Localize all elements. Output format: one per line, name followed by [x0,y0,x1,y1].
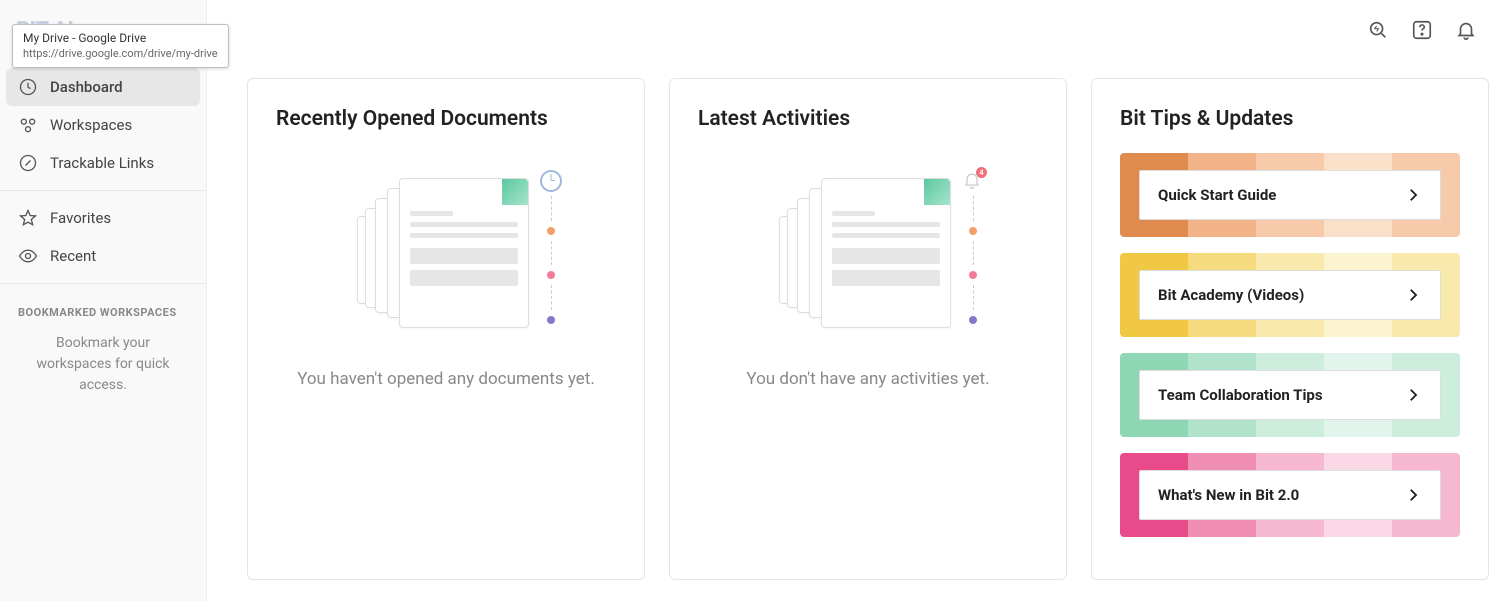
tip-label: Quick Start Guide [1158,186,1276,204]
chevron-right-icon [1404,186,1422,204]
divider [0,283,206,284]
topbar [207,0,1507,60]
sidebar-item-dashboard[interactable]: Dashboard [6,68,200,106]
tip-whats-new[interactable]: What's New in Bit 2.0 [1120,453,1460,537]
bell-icon[interactable] [1455,19,1477,41]
tip-label: What's New in Bit 2.0 [1158,486,1299,504]
dashboard-icon [18,77,38,97]
sidebar-item-label: Favorites [50,209,111,227]
sidebar-item-label: Trackable Links [50,154,154,172]
tip-bit-academy[interactable]: Bit Academy (Videos) [1120,253,1460,337]
sidebar: BIT AI My Drive - Google Drive https://d… [0,0,207,601]
empty-illustration [276,155,616,345]
chevron-right-icon [1404,386,1422,404]
tooltip-title: My Drive - Google Drive [23,31,218,47]
chevron-right-icon [1404,486,1422,504]
logo-area: BIT AI My Drive - Google Drive https://d… [0,0,206,60]
tip-quick-start[interactable]: Quick Start Guide [1120,153,1460,237]
latest-activities-card: Latest Activities [669,78,1067,580]
tooltip-url: https://drive.google.com/drive/my-drive [23,47,218,61]
empty-text: You haven't opened any documents yet. [276,367,616,393]
bell-badge-icon: 4 [962,170,984,192]
workspaces-icon [18,115,38,135]
browser-tooltip: My Drive - Google Drive https://drive.go… [12,24,229,68]
sidebar-item-recent[interactable]: Recent [0,237,206,275]
help-icon[interactable] [1411,19,1433,41]
sidebar-item-favorites[interactable]: Favorites [0,199,206,237]
recent-documents-card: Recently Opened Documents [247,78,645,580]
divider [0,190,206,191]
empty-text: You don't have any activities yet. [698,367,1038,393]
chevron-right-icon [1404,286,1422,304]
empty-illustration: 4 [698,155,1038,345]
sidebar-item-label: Recent [50,247,96,265]
tip-label: Bit Academy (Videos) [1158,286,1304,304]
bookmarks-header: BOOKMARKED WORKSPACES [0,292,206,329]
card-title: Recently Opened Documents [276,107,616,131]
bookmarks-empty-text: Bookmark your workspaces for quick acces… [0,329,206,400]
sidebar-item-label: Dashboard [50,78,123,96]
sidebar-item-label: Workspaces [50,116,132,134]
star-icon [18,208,38,228]
card-title: Latest Activities [698,107,1038,131]
link-icon [18,153,38,173]
primary-nav: Dashboard Workspaces Trackable Links Fav [0,60,206,400]
tip-team-collaboration[interactable]: Team Collaboration Tips [1120,353,1460,437]
sidebar-item-workspaces[interactable]: Workspaces [0,106,206,144]
badge-count: 4 [976,167,987,178]
sidebar-item-trackable-links[interactable]: Trackable Links [0,144,206,182]
search-icon[interactable] [1367,19,1389,41]
eye-icon [18,246,38,266]
tips-card: Bit Tips & Updates Quick Start Guide Bit… [1091,78,1489,580]
content: Recently Opened Documents [207,60,1507,601]
tip-label: Team Collaboration Tips [1158,386,1323,404]
main: Recently Opened Documents [207,0,1507,601]
card-title: Bit Tips & Updates [1120,107,1460,131]
clock-icon [540,170,562,192]
